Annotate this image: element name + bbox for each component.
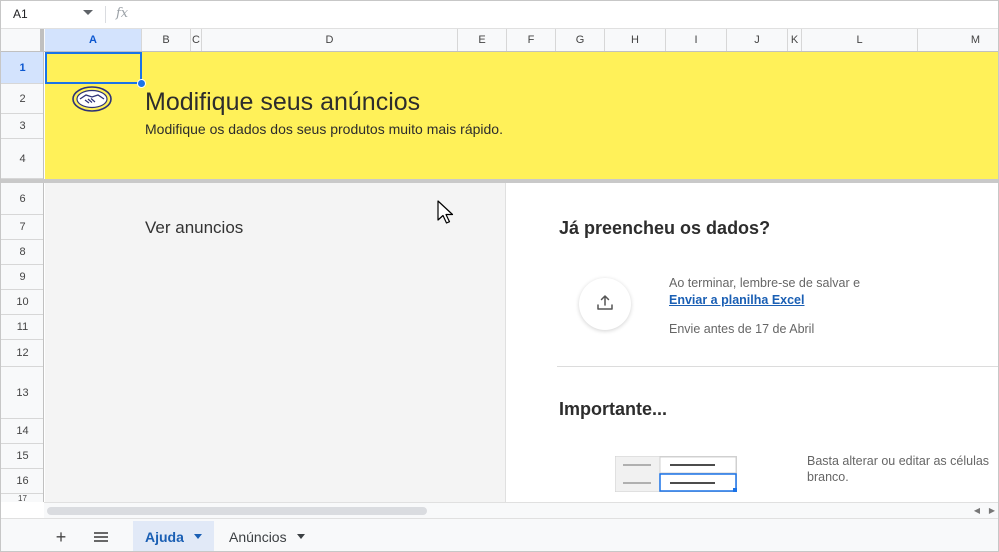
fill-handle[interactable] bbox=[137, 79, 146, 88]
column-header-l[interactable]: L bbox=[802, 29, 918, 51]
row-header-1[interactable]: 1 bbox=[1, 52, 43, 84]
row-header-2[interactable]: 2 bbox=[1, 84, 43, 114]
column-header-g[interactable]: G bbox=[556, 29, 605, 51]
mouse-pointer-icon bbox=[437, 200, 454, 224]
column-header-m[interactable]: M bbox=[918, 29, 998, 51]
column-header-bar: A B C D E F G H I J K L M bbox=[1, 29, 998, 52]
column-header-h[interactable]: H bbox=[605, 29, 666, 51]
send-excel-link[interactable]: Enviar a planilha Excel bbox=[669, 293, 804, 307]
selected-cell-a1[interactable] bbox=[45, 52, 142, 84]
cells-illustration-icon bbox=[615, 456, 737, 492]
section-divider bbox=[557, 366, 998, 367]
sheet-grid[interactable]: Modifique seus anúncios Modifique os dad… bbox=[45, 52, 998, 502]
row-header-3[interactable]: 3 bbox=[1, 114, 43, 139]
hamburger-icon[interactable] bbox=[91, 527, 111, 547]
important-title: Importante... bbox=[559, 399, 668, 419]
banner-title: Modifique seus anúncios bbox=[145, 88, 421, 116]
fx-icon: fx bbox=[116, 6, 129, 21]
column-header-f[interactable]: F bbox=[507, 29, 556, 51]
row-header-16[interactable]: 16 bbox=[1, 469, 43, 494]
column-header-k[interactable]: K bbox=[788, 29, 802, 51]
scroll-right-icon[interactable]: ▶ bbox=[985, 504, 998, 518]
sheet-tab-bar: + Ajuda Anúncios bbox=[1, 518, 998, 551]
row-header-14[interactable]: 14 bbox=[1, 419, 43, 444]
row-header-bar: 1 2 3 4 6 7 8 9 10 11 12 13 14 15 16 17 bbox=[1, 52, 44, 502]
column-header-b[interactable]: B bbox=[142, 29, 191, 51]
spreadsheet-window: A1 fx A B C D E F G H I J K L M 1 2 3 4 … bbox=[0, 0, 999, 552]
column-header-i[interactable]: I bbox=[666, 29, 727, 51]
upload-icon bbox=[597, 295, 613, 310]
deadline-text: Envie antes de 17 de Abril bbox=[669, 322, 815, 336]
horizontal-scrollbar[interactable]: ◀ ▶ bbox=[44, 502, 998, 518]
row-header-11[interactable]: 11 bbox=[1, 315, 43, 340]
upload-button[interactable] bbox=[579, 278, 631, 330]
column-header-e[interactable]: E bbox=[458, 29, 507, 51]
handshake-icon bbox=[72, 86, 112, 112]
right-panel: Já preencheu os dados? Ao terminar, lemb… bbox=[507, 183, 998, 502]
column-header-c[interactable]: C bbox=[191, 29, 202, 51]
save-reminder-text: Ao terminar, lembre-se de salvar e bbox=[669, 276, 861, 290]
chevron-down-icon[interactable] bbox=[193, 534, 202, 539]
row-header-4[interactable]: 4 bbox=[1, 139, 43, 179]
column-header-a[interactable]: A bbox=[45, 29, 142, 51]
row-header-6[interactable]: 6 bbox=[1, 183, 43, 215]
row-header-9[interactable]: 9 bbox=[1, 265, 43, 290]
row-header-12[interactable]: 12 bbox=[1, 340, 43, 367]
row-header-7[interactable]: 7 bbox=[1, 215, 43, 240]
column-header-d[interactable]: D bbox=[202, 29, 458, 51]
header-banner: Modifique seus anúncios Modifique os dad… bbox=[45, 52, 998, 179]
tab-anuncios[interactable]: Anúncios bbox=[217, 521, 317, 551]
plus-icon[interactable]: + bbox=[51, 527, 71, 547]
select-all-corner[interactable] bbox=[1, 29, 44, 51]
formula-bar: A1 fx bbox=[1, 1, 998, 29]
frozen-rows-divider[interactable] bbox=[1, 179, 998, 183]
name-box-dropdown-icon[interactable] bbox=[83, 10, 93, 15]
tab-ajuda[interactable]: Ajuda bbox=[133, 521, 214, 551]
scroll-left-icon[interactable]: ◀ bbox=[970, 504, 984, 518]
important-text-line-1: Basta alterar ou editar as células bbox=[807, 454, 990, 468]
formula-bar-separator bbox=[105, 6, 106, 23]
scrollbar-thumb[interactable] bbox=[47, 507, 427, 515]
tab-label: Ajuda bbox=[145, 528, 184, 545]
left-panel: Ver anuncios bbox=[45, 183, 506, 502]
chevron-down-icon[interactable] bbox=[296, 534, 305, 539]
row-header-13[interactable]: 13 bbox=[1, 367, 43, 419]
row-header-10[interactable]: 10 bbox=[1, 290, 43, 315]
row-header-8[interactable]: 8 bbox=[1, 240, 43, 265]
filled-data-title: Já preencheu os dados? bbox=[559, 218, 771, 238]
column-header-j[interactable]: J bbox=[727, 29, 788, 51]
row-header-17[interactable]: 17 bbox=[1, 494, 43, 502]
important-text: Basta alterar ou editar as células branc… bbox=[807, 453, 989, 485]
row-header-15[interactable]: 15 bbox=[1, 444, 43, 469]
important-text-line-2: branco. bbox=[807, 470, 849, 484]
ver-anuncios-heading: Ver anuncios bbox=[145, 218, 244, 237]
tab-label: Anúncios bbox=[229, 528, 287, 545]
banner-subtitle: Modifique os dados dos seus produtos mui… bbox=[145, 121, 503, 137]
